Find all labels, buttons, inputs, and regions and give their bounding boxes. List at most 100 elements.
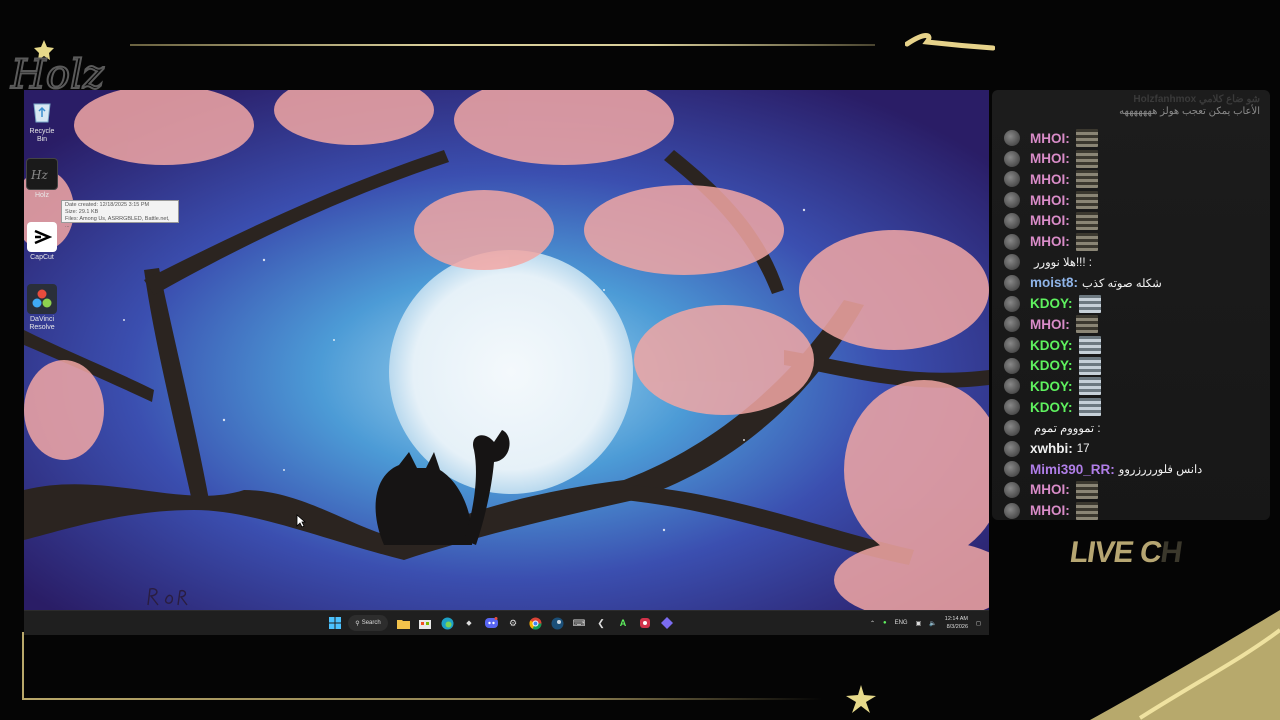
windows-taskbar: ⚲ Search ◆ ⚙ ⌨ ❮ A ⌃ ● ENG ▣ 🔈 12:14 AM … — [24, 610, 989, 635]
desktop-icon-label: DaVinci Resolve — [29, 316, 55, 331]
chat-username: KDOY: — [1030, 337, 1073, 353]
user-avatar — [1004, 337, 1020, 353]
chat-message: KDOY: — [1004, 376, 1101, 396]
chat-username: MHOI: — [1030, 316, 1070, 332]
language-indicator[interactable]: ENG — [895, 620, 908, 626]
chat-username: MHOI: — [1030, 171, 1070, 187]
file-explorer-button[interactable] — [394, 614, 412, 632]
chat-username: MHOI: — [1030, 130, 1070, 146]
chat-username: MHOI: — [1030, 192, 1070, 208]
chat-message: MHOI: — [1004, 190, 1098, 210]
user-avatar — [1004, 419, 1020, 436]
chat-message-text: تموووم تموم : — [1034, 422, 1101, 435]
svg-text:Hz: Hz — [30, 168, 48, 182]
chat-username: KDOY: — [1030, 296, 1073, 312]
chat-username: xwhbi: — [1030, 441, 1073, 456]
chat-message: MHOI: — [1004, 169, 1098, 189]
chat-message: xwhbi: 17 — [1004, 439, 1090, 459]
start-button[interactable] — [326, 614, 344, 632]
edge-icon — [441, 617, 453, 629]
frame-line-bottom — [22, 698, 822, 700]
record-icon — [640, 618, 650, 628]
chat-message-text: 17 — [1076, 442, 1090, 455]
taskbar-clock[interactable]: 12:14 AM 8/3/2026 — [945, 615, 968, 631]
chat-emote — [1075, 129, 1098, 147]
steam-button[interactable] — [548, 614, 566, 632]
user-avatar — [1004, 295, 1020, 312]
taskbar-search-button[interactable]: ⚲ Search — [348, 615, 388, 631]
chat-message: KDOY: — [1004, 294, 1101, 314]
search-label: Search — [361, 620, 381, 626]
live-chat-label: LIVE CH — [1068, 536, 1184, 570]
davinci-resolve-icon — [27, 284, 57, 314]
folder-icon — [396, 619, 410, 629]
chat-username: MHOI: — [1030, 151, 1070, 167]
chat-username: KDOY: — [1030, 399, 1073, 415]
user-avatar — [1004, 274, 1020, 291]
clock-time: 12:14 AM — [944, 616, 969, 622]
gem-icon — [661, 617, 673, 629]
chat-emote — [1075, 232, 1098, 251]
chat-header-line1: Holzfanhmox شو ضاع كلامي — [1133, 94, 1260, 105]
microphone-icon[interactable]: ● — [883, 620, 887, 626]
network-icon[interactable]: ▣ — [916, 620, 922, 627]
keyboard-icon: ⌨ — [572, 617, 586, 628]
chat-message: Mimi390_RR: دانس فلورررزروو — [1004, 459, 1202, 479]
volume-icon[interactable]: 🔈 — [929, 620, 936, 627]
edge-button[interactable] — [438, 614, 456, 632]
desktop-icon-label: Recycle Bin — [29, 128, 55, 143]
artist-signature — [147, 587, 188, 606]
chat-message: KDOY: — [1004, 335, 1101, 355]
gold-star-icon — [846, 685, 876, 713]
chat-message: MHOI: — [1004, 232, 1098, 252]
live-chat-label-fade: H — [1158, 536, 1184, 569]
tooltip-files: Files: Among Us, ASRRGBLED, Battle.net, … — [65, 216, 170, 229]
discord-icon — [484, 617, 498, 628]
notification-bell-icon[interactable]: ◻ — [976, 620, 981, 627]
user-avatar — [1004, 192, 1020, 209]
chat-username: MHOI: — [1030, 503, 1070, 519]
chat-username: Mimi390_RR: — [1030, 461, 1115, 477]
chat-username: KDOY: — [1030, 378, 1073, 394]
recording-app-button[interactable] — [636, 614, 654, 632]
chat-username: MHOI: — [1030, 234, 1070, 249]
chat-emote — [1078, 336, 1101, 354]
holz-folder-icon: Hz — [26, 158, 58, 190]
chat-username: MHOI: — [1030, 213, 1070, 229]
mouse-cursor-icon — [296, 514, 306, 528]
chat-username: moist8: — [1030, 275, 1079, 291]
user-avatar — [1004, 399, 1020, 416]
user-avatar — [1004, 150, 1020, 167]
chat-emote — [1078, 398, 1101, 417]
nvidia-app-button[interactable]: A — [614, 614, 632, 632]
live-chat-label-main: LIVE C — [1067, 536, 1164, 569]
epic-games-button[interactable]: ◆ — [460, 614, 478, 632]
store-button[interactable] — [416, 614, 434, 632]
settings-button[interactable]: ⚙ — [504, 614, 522, 632]
capcut-icon — [27, 222, 57, 252]
user-avatar — [1004, 171, 1020, 188]
keyboard-app-button[interactable]: ⌨ — [570, 614, 588, 632]
chrome-button[interactable] — [526, 614, 544, 632]
desktop-icon-capcut[interactable]: CapCut — [24, 222, 60, 262]
desktop-icon-davinci-resolve[interactable]: DaVinci Resolve — [24, 284, 60, 332]
chat-emote — [1075, 170, 1098, 189]
app-a-icon: A — [619, 618, 627, 628]
logitech-button[interactable]: ❮ — [592, 614, 610, 632]
chat-username: MHOI: — [1030, 482, 1070, 498]
desktop-area[interactable]: Recycle Bin Hz Holz Date created: 12/18/… — [24, 90, 989, 610]
tray-overflow-chevron-icon[interactable]: ⌃ — [870, 620, 875, 627]
chat-emote — [1078, 294, 1101, 313]
user-avatar — [1004, 316, 1020, 333]
chat-username: KDOY: — [1030, 358, 1073, 374]
chat-message-text: شكله صوته كذب — [1082, 277, 1162, 290]
discord-button[interactable] — [482, 614, 500, 632]
user-avatar — [1004, 254, 1020, 271]
user-avatar — [1004, 212, 1020, 229]
desktop-icon-recycle-bin[interactable]: Recycle Bin — [24, 96, 60, 144]
gem-app-button[interactable] — [658, 614, 676, 632]
chat-message: MHOI: — [1004, 480, 1098, 500]
desktop-icon-holz[interactable]: Hz Holz — [24, 158, 60, 200]
chat-header-message: Holzfanhmox شو ضاع كلامي الأعاب يمكن تعج… — [992, 90, 1270, 126]
epic-games-icon: ◆ — [466, 620, 472, 627]
